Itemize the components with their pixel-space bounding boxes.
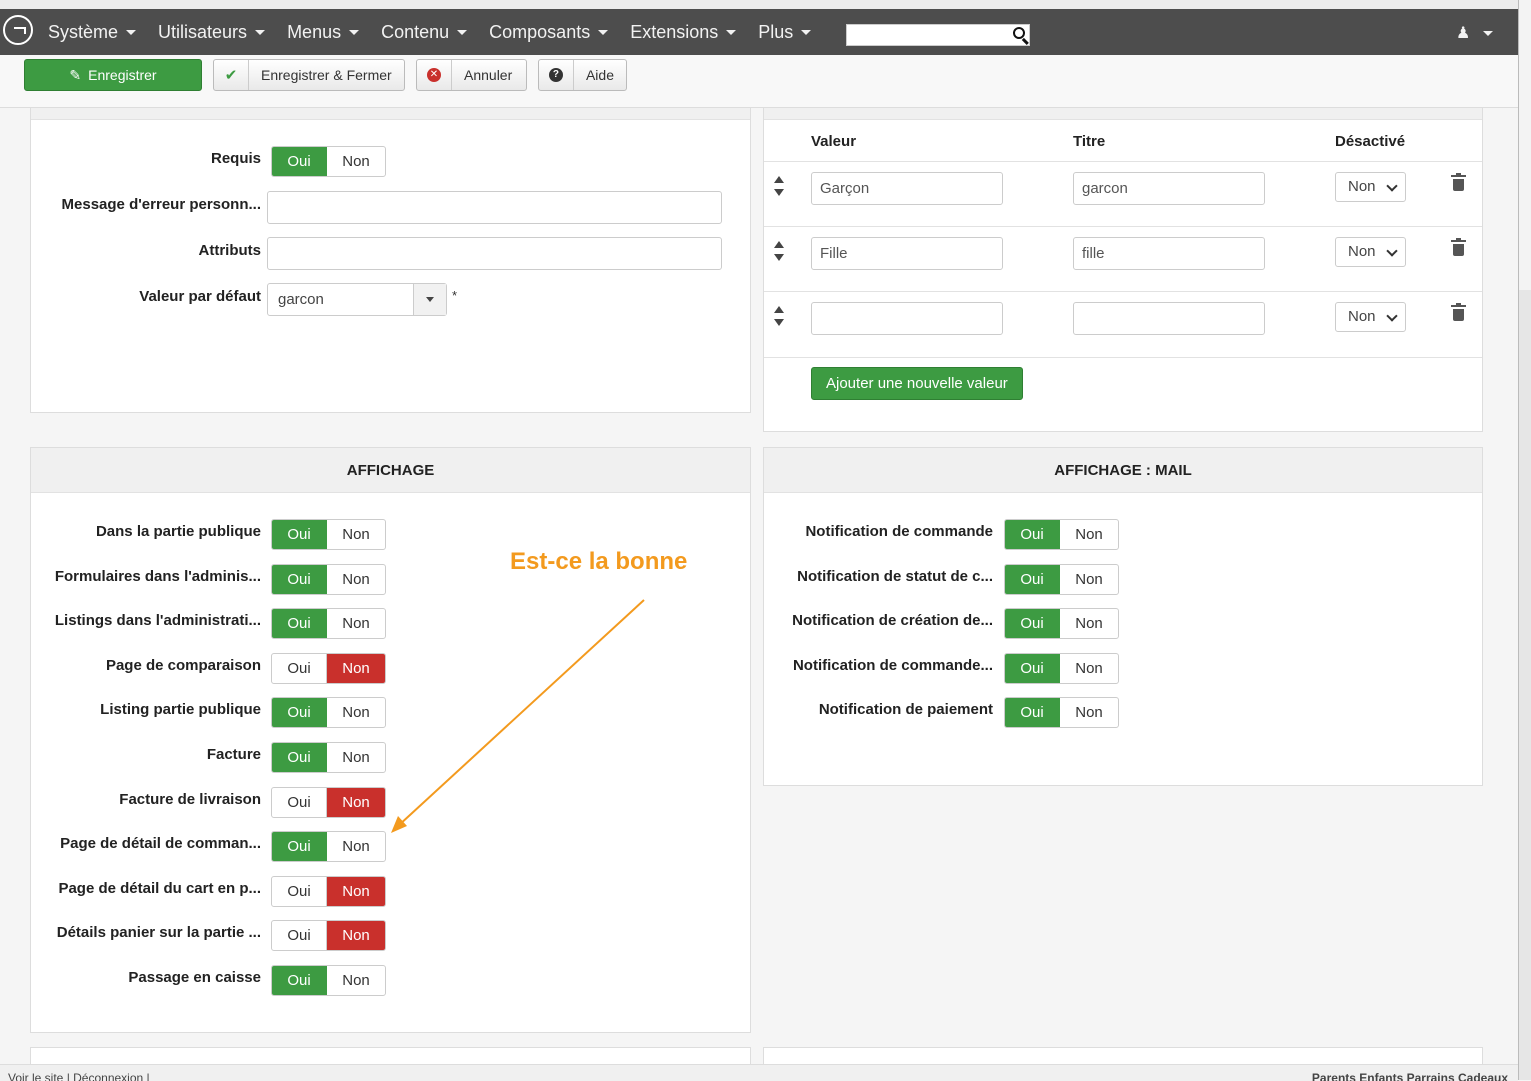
arrow-line: [397, 599, 645, 827]
annotation-arrow: [391, 599, 645, 833]
scrollbar[interactable]: [1519, 0, 1531, 290]
background-window-edge: [1518, 0, 1531, 1080]
arrow-head: [391, 816, 407, 833]
status-footer: Voir le site | Déconnexion | Parents Enf…: [0, 1064, 1518, 1081]
